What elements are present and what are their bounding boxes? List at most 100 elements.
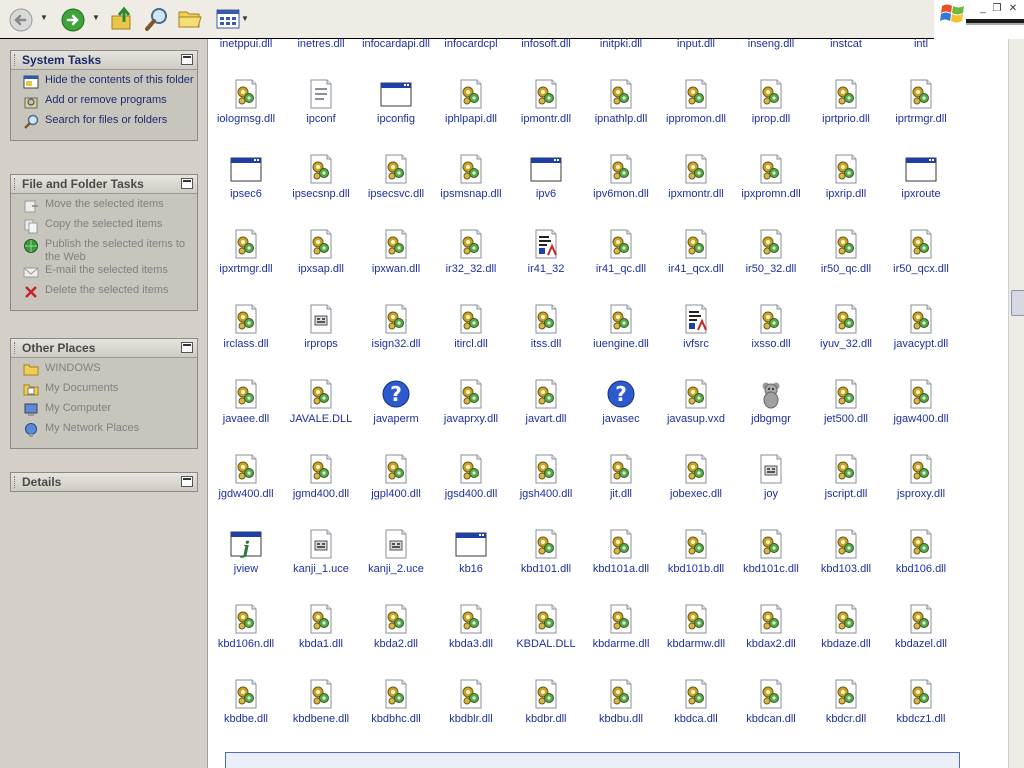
collapse-button[interactable]: [181, 54, 193, 65]
file-item[interactable]: kanji_1.uce: [284, 528, 358, 575]
file-item[interactable]: javaee.dll: [209, 378, 283, 425]
file-item[interactable]: jsproxy.dll: [884, 453, 958, 500]
file-item[interactable]: kbd101a.dll: [584, 528, 658, 575]
back-dropdown[interactable]: ▼: [40, 13, 48, 22]
file-item[interactable]: iologmsg.dll: [209, 78, 283, 125]
other-places-header[interactable]: Other Places: [11, 339, 197, 358]
task-delete[interactable]: Delete the selected items: [11, 284, 197, 304]
file-item[interactable]: kbdaze.dll: [809, 603, 883, 650]
collapse-button[interactable]: [181, 342, 193, 353]
collapse-button[interactable]: [181, 178, 193, 189]
file-item[interactable]: jgdw400.dll: [209, 453, 283, 500]
file-item[interactable]: jet500.dll: [809, 378, 883, 425]
file-item[interactable]: kbdblr.dll: [434, 678, 508, 725]
file-item[interactable]: ipxrip.dll: [809, 153, 883, 200]
file-item[interactable]: kbd101.dll: [509, 528, 583, 575]
file-item[interactable]: ir50_qc.dll: [809, 228, 883, 275]
file-item[interactable]: ipnathlp.dll: [584, 78, 658, 125]
file-item[interactable]: jgmd400.dll: [284, 453, 358, 500]
file-item[interactable]: irclass.dll: [209, 303, 283, 350]
file-item[interactable]: ipxroute: [884, 153, 958, 200]
file-item[interactable]: kbdazel.dll: [884, 603, 958, 650]
file-item[interactable]: iprtprio.dll: [809, 78, 883, 125]
file-item[interactable]: ixsso.dll: [734, 303, 808, 350]
file-item[interactable]: ipxwan.dll: [359, 228, 433, 275]
file-item[interactable]: kbdax2.dll: [734, 603, 808, 650]
file-item[interactable]: JAVALE.DLL: [284, 378, 358, 425]
file-item[interactable]: ir41_32: [509, 228, 583, 275]
file-item[interactable]: kbdarme.dll: [584, 603, 658, 650]
file-item[interactable]: iuengine.dll: [584, 303, 658, 350]
file-item[interactable]: javaprxy.dll: [434, 378, 508, 425]
system-tasks-header[interactable]: System Tasks: [11, 51, 197, 70]
file-item[interactable]: kbdcz1.dll: [884, 678, 958, 725]
file-item[interactable]: jobexec.dll: [659, 453, 733, 500]
file-item[interactable]: kbdarmw.dll: [659, 603, 733, 650]
file-item[interactable]: jit.dll: [584, 453, 658, 500]
file-item[interactable]: jdbgmgr: [734, 378, 808, 425]
file-item[interactable]: infocardapi.dll: [359, 39, 433, 50]
file-item[interactable]: ipsecsnp.dll: [284, 153, 358, 200]
file-item[interactable]: ippromon.dll: [659, 78, 733, 125]
file-item[interactable]: infocardcpl: [434, 39, 508, 50]
file-item[interactable]: isign32.dll: [359, 303, 433, 350]
place-my-network-places[interactable]: My Network Places: [11, 422, 197, 442]
file-item[interactable]: kbda1.dll: [284, 603, 358, 650]
file-item[interactable]: kbd103.dll: [809, 528, 883, 575]
scrollbar-thumb[interactable]: [1011, 290, 1024, 316]
file-item[interactable]: kbdbu.dll: [584, 678, 658, 725]
file-item[interactable]: ipsmsnap.dll: [434, 153, 508, 200]
file-item[interactable]: jgpl400.dll: [359, 453, 433, 500]
file-item[interactable]: ipv6mon.dll: [584, 153, 658, 200]
file-item[interactable]: ipxmontr.dll: [659, 153, 733, 200]
minimize-button[interactable]: _: [977, 3, 989, 14]
file-item[interactable]: javacypt.dll: [884, 303, 958, 350]
file-item[interactable]: input.dll: [659, 39, 733, 50]
file-item[interactable]: kbd106.dll: [884, 528, 958, 575]
file-item[interactable]: kbd101b.dll: [659, 528, 733, 575]
file-item[interactable]: ? javaperm: [359, 378, 433, 425]
file-item[interactable]: kbdcr.dll: [809, 678, 883, 725]
task-add-remove-programs[interactable]: Add or remove programs: [11, 94, 197, 114]
file-item[interactable]: kbdbe.dll: [209, 678, 283, 725]
file-item[interactable]: jgsd400.dll: [434, 453, 508, 500]
file-item[interactable]: joy: [734, 453, 808, 500]
file-item[interactable]: iprtrmgr.dll: [884, 78, 958, 125]
forward-button[interactable]: [60, 7, 86, 33]
task-move[interactable]: Move the selected items: [11, 198, 197, 218]
file-item[interactable]: ir32_32.dll: [434, 228, 508, 275]
file-folder-tasks-header[interactable]: File and Folder Tasks: [11, 175, 197, 194]
file-item[interactable]: javasup.vxd: [659, 378, 733, 425]
file-item[interactable]: ipconf: [284, 78, 358, 125]
file-item[interactable]: ir41_qc.dll: [584, 228, 658, 275]
up-folder-button[interactable]: [110, 6, 134, 32]
file-item[interactable]: jgsh400.dll: [509, 453, 583, 500]
file-item[interactable]: kbdbr.dll: [509, 678, 583, 725]
file-item[interactable]: ir50_32.dll: [734, 228, 808, 275]
forward-dropdown[interactable]: ▼: [92, 13, 100, 22]
file-item[interactable]: kb16: [434, 528, 508, 575]
file-item[interactable]: kbdbhc.dll: [359, 678, 433, 725]
task-hide-contents[interactable]: Hide the contents of this folder: [11, 74, 197, 94]
file-item[interactable]: kbd101c.dll: [734, 528, 808, 575]
file-item[interactable]: kbda2.dll: [359, 603, 433, 650]
vertical-scrollbar[interactable]: [1008, 39, 1024, 768]
file-item[interactable]: ? javasec: [584, 378, 658, 425]
file-item[interactable]: ipxrtmgr.dll: [209, 228, 283, 275]
file-item[interactable]: ipsecsvc.dll: [359, 153, 433, 200]
file-item[interactable]: kbdcan.dll: [734, 678, 808, 725]
file-item[interactable]: ipconfig: [359, 78, 433, 125]
file-item[interactable]: iyuv_32.dll: [809, 303, 883, 350]
search-button[interactable]: [144, 6, 170, 32]
file-item[interactable]: ivfsrc: [659, 303, 733, 350]
file-item[interactable]: itss.dll: [509, 303, 583, 350]
task-search[interactable]: Search for files or folders: [11, 114, 197, 134]
file-item[interactable]: irprops: [284, 303, 358, 350]
task-copy[interactable]: Copy the selected items: [11, 218, 197, 238]
file-item[interactable]: ipsec6: [209, 153, 283, 200]
file-item[interactable]: ipv6: [509, 153, 583, 200]
place-windows[interactable]: WINDOWS: [11, 362, 197, 382]
file-item[interactable]: ir41_qcx.dll: [659, 228, 733, 275]
restore-button[interactable]: ❐: [991, 3, 1003, 14]
task-email[interactable]: E-mail the selected items: [11, 264, 197, 284]
